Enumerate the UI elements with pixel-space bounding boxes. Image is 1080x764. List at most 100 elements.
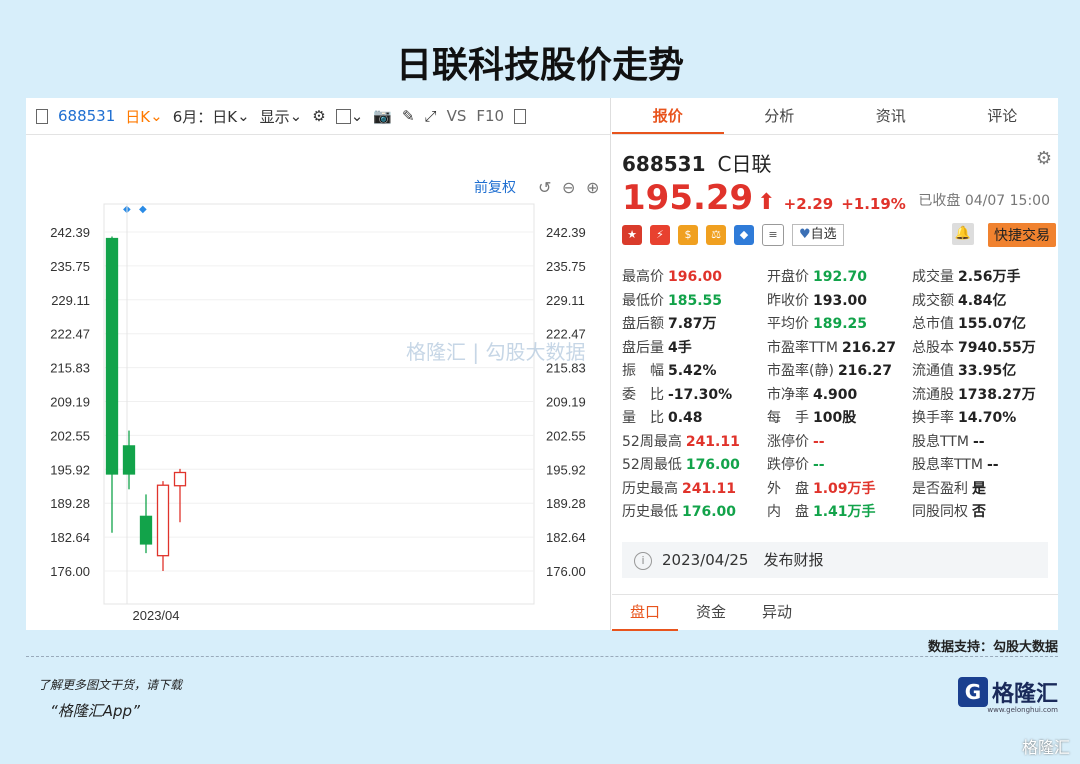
quote-value: 否 — [972, 504, 986, 520]
tab-comments[interactable]: 评论 — [947, 98, 1059, 134]
quote-row: 盘后额 7.87万 平均价 189.25 总市值 155.07亿 — [622, 313, 1058, 337]
zoom-out-icon[interactable]: ⊖ — [562, 178, 575, 197]
pencil-icon[interactable]: ✎ — [402, 107, 415, 125]
stock-name: C日联 — [717, 152, 772, 176]
y-tick-label-left: 182.64 — [50, 530, 90, 545]
quote-value: 241.11 — [682, 480, 737, 497]
quote-cell: 开盘价 192.70 — [767, 266, 912, 290]
quote-value: 4手 — [668, 339, 692, 356]
quote-label: 同股同权 — [912, 504, 968, 520]
display-select[interactable]: 显示 ⌄ — [260, 106, 303, 127]
vs-button[interactable]: VS — [447, 107, 467, 125]
quote-label: 成交量 — [912, 269, 954, 285]
quote-label: 成交额 — [912, 292, 954, 309]
quote-label: 跌停价 — [767, 457, 809, 473]
watermark: 格隆汇 | 勾股大数据 — [406, 340, 586, 364]
quote-value: 216.27 — [841, 339, 896, 356]
quote-label: 平均价 — [767, 316, 809, 332]
zoom-in-icon[interactable]: ⊕ — [586, 178, 599, 197]
quote-cell: 市盈率TTM 216.27 — [767, 337, 912, 361]
quote-value: 7.87万 — [668, 316, 717, 332]
tab-analysis[interactable]: 分析 — [724, 98, 836, 134]
quote-cell: 是否盈利是 — [912, 478, 1058, 502]
y-tick-label-left: 222.47 — [50, 327, 90, 342]
quote-cell: 每 手 100股 — [767, 407, 912, 431]
quote-row: 最低价 185.55 昨收价 193.00 成交额 4.84亿 — [622, 290, 1058, 314]
y-tick-label-right: 242.39 — [546, 225, 586, 240]
quote-row: 52周最高 241.11 涨停价 -- 股息TTM -- — [622, 431, 1058, 455]
undo-icon[interactable]: ↺ — [538, 178, 551, 197]
quote-label: 最高价 — [622, 269, 664, 285]
quote-value: -- — [972, 433, 985, 450]
sidebar-toggle-icon[interactable] — [36, 108, 48, 124]
quote-value: 33.95亿 — [958, 363, 1017, 379]
layout-select[interactable]: ⌄ — [335, 107, 363, 125]
quote-cell: 市盈率(静) 216.27 — [767, 360, 912, 384]
quote-value: 1.09万手 — [813, 480, 876, 497]
quote-value: 196.00 — [668, 269, 723, 285]
document-icon[interactable]: ≡ — [762, 224, 784, 246]
tab-movements[interactable]: 异动 — [744, 595, 810, 631]
china-flag-icon[interactable]: ★ — [622, 225, 642, 245]
bell-icon[interactable]: 🔔 — [952, 223, 974, 245]
quote-cell: 盘后量 4手 — [622, 337, 767, 361]
tab-news[interactable]: 资讯 — [835, 98, 947, 134]
quote-value: 192.70 — [813, 269, 868, 285]
adjust-mode-label[interactable]: 前复权 — [474, 179, 516, 195]
quote-cell: 盘后额 7.87万 — [622, 313, 767, 337]
quote-label: 52周最高 — [622, 433, 682, 450]
panel-divider — [610, 98, 611, 630]
month-period-select[interactable]: 6月：日K ⌄ — [173, 106, 250, 127]
quote-value: -17.30% — [668, 386, 733, 403]
quote-row: 盘后量 4手 市盈率TTM 216.27 总股本 7940.55万 — [622, 337, 1058, 361]
gear-icon[interactable]: ⚙ — [1036, 148, 1052, 169]
tab-order-book[interactable]: 盘口 — [612, 595, 679, 631]
quote-cell: 52周最高 241.11 — [622, 431, 767, 455]
quote-label: 股息TTM — [912, 433, 969, 450]
y-tick-label-right: 235.75 — [546, 259, 586, 274]
page-title: 日联科技股价走势 — [395, 45, 684, 86]
period-select[interactable]: 日K ⌄ — [125, 106, 162, 127]
quote-label: 昨收价 — [767, 292, 809, 309]
camera-icon[interactable]: 📷 — [373, 107, 392, 125]
quote-cell: 换手率 14.70% — [912, 407, 1058, 431]
lightning-icon[interactable]: ⚡ — [650, 225, 670, 245]
f10-button[interactable]: F10 — [476, 107, 504, 125]
quote-cell: 股息TTM -- — [912, 431, 1058, 455]
price-change-pct: +1.19% — [841, 195, 906, 213]
quote-label: 是否盈利 — [912, 480, 968, 497]
quote-label: 盘后量 — [622, 339, 664, 356]
quote-grid: 最高价 196.00 开盘价 192.70 成交量 2.56万手最低价 185.55 昨收价 1… — [622, 266, 1058, 525]
quote-cell: 历史最低 176.00 — [622, 501, 767, 525]
bottom-tab-bar: 盘口 资金 异动 — [612, 594, 1058, 631]
x-tick-label: 2023/04 — [133, 608, 180, 623]
quote-value: 2.56万手 — [958, 269, 1021, 285]
panel-icon[interactable] — [514, 108, 527, 124]
chevron-down-icon: ⌄ — [237, 107, 250, 125]
coins-icon[interactable]: $ — [678, 225, 698, 245]
quote-cell: 成交额 4.84亿 — [912, 290, 1058, 314]
quote-label: 52周最低 — [622, 457, 682, 473]
quote-value: 7940.55万 — [958, 339, 1036, 356]
add-watchlist-button[interactable]: ♥自选 — [792, 224, 844, 246]
quote-value: 100股 — [813, 410, 857, 426]
quote-value: -- — [986, 457, 999, 473]
brand-logo: G 格隆汇 www.gelonghui.com — [957, 676, 1058, 714]
quote-label: 市盈率TTM — [767, 339, 838, 356]
fast-trade-button[interactable]: 快捷交易 — [988, 223, 1056, 247]
report-notice: i 2023/04/25 发布财报 — [622, 542, 1048, 578]
quote-label: 涨停价 — [767, 433, 809, 450]
fullscreen-icon[interactable]: ⤢ — [425, 107, 437, 125]
quote-value: 1.41万手 — [813, 504, 876, 520]
gear-icon[interactable]: ⚙ — [312, 107, 325, 125]
chart-toolbar: 688531 日K ⌄ 6月：日K ⌄ 显示 ⌄ ⚙ ⌄ 📷 ✎ ⤢ VS F10 — [26, 98, 610, 135]
scale-icon[interactable]: ⚖ — [706, 225, 726, 245]
tag-icon[interactable]: ◆ — [734, 225, 754, 245]
tab-quote[interactable]: 报价 — [612, 98, 724, 134]
quote-cell: 平均价 189.25 — [767, 313, 912, 337]
tab-funds[interactable]: 资金 — [678, 595, 744, 631]
y-tick-label-right: 202.55 — [546, 428, 586, 443]
quote-label: 流通股 — [912, 386, 954, 403]
quote-label: 委 比 — [622, 386, 664, 403]
quote-cell: 外 盘 1.09万手 — [767, 478, 912, 502]
